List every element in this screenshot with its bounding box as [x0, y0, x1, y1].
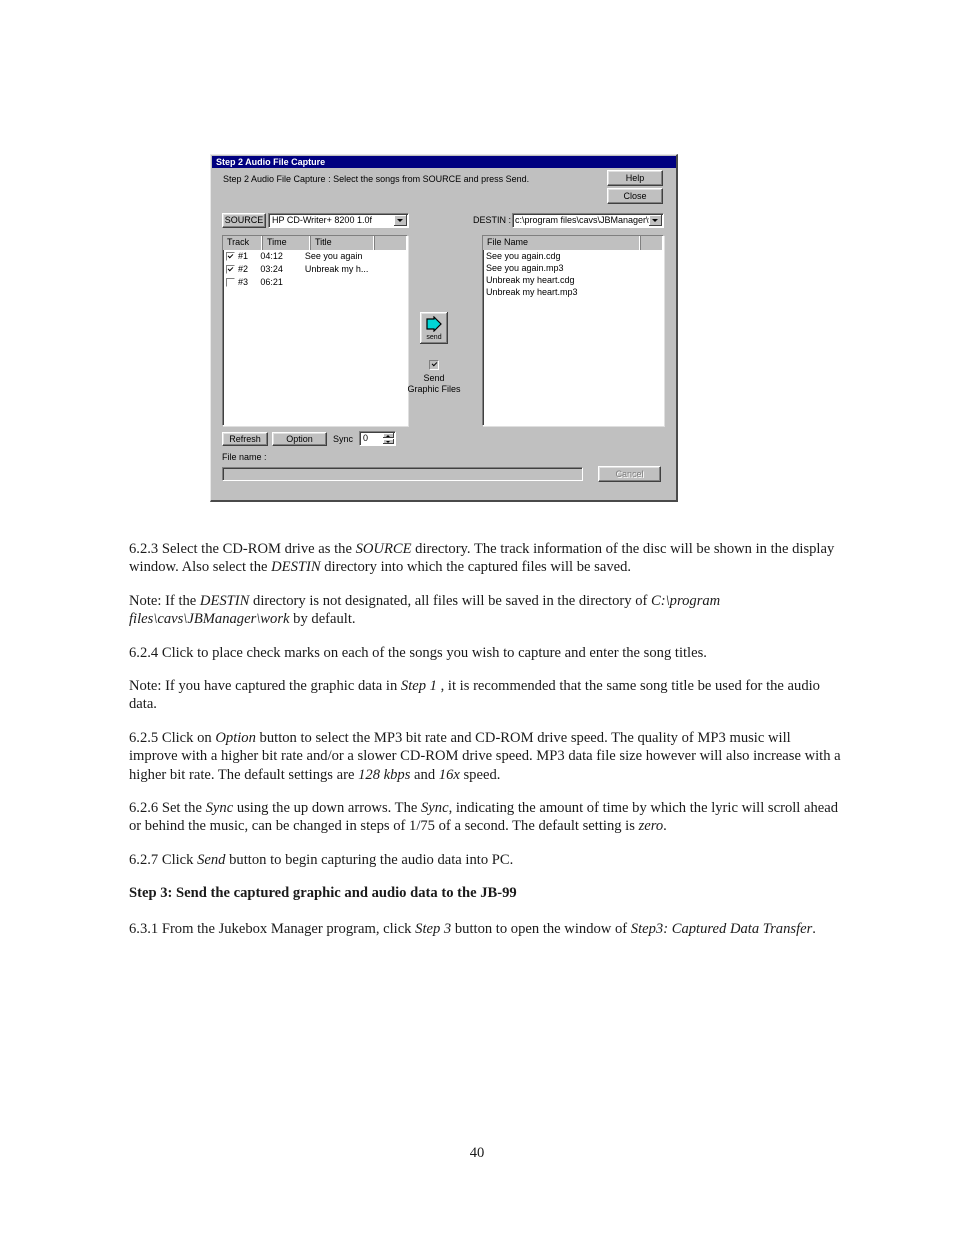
column-header-blank[interactable]: [375, 236, 407, 250]
track-cell: #2: [223, 263, 260, 276]
source-drive-combobox[interactable]: HP CD-Writer+ 8200 1.0f: [268, 213, 409, 228]
p-624: 6.2.4 Click to place check marks on each…: [129, 644, 707, 661]
refresh-button[interactable]: Refresh: [222, 432, 268, 446]
column-header-time[interactable]: Time: [263, 236, 311, 250]
track-checkbox[interactable]: [226, 252, 235, 261]
sync-value: 0: [363, 433, 369, 443]
page-number: 40: [469, 1145, 485, 1161]
close-button[interactable]: Close: [607, 188, 663, 204]
p-631: 6.3.1 From the Jukebox Manager program, …: [129, 920, 816, 937]
sync-stepper[interactable]: 0: [359, 431, 396, 446]
file-name-listbox[interactable]: File Name See you again.cdg See you again…: [482, 235, 664, 426]
track-rows-container: #1 04:12 See you again #2 03:24 Unbreak my h.…: [223, 250, 407, 289]
destin-path-value: c:\program files\cavs\JBManager\w: [515, 215, 656, 225]
table-row[interactable]: #3 06:21: [223, 276, 407, 289]
send-graphic-files-checkbox[interactable]: [429, 360, 439, 370]
track-title: See you again: [304, 251, 363, 261]
track-cell: #3: [223, 276, 260, 289]
p-note-step1: Note: If you have captured the graphic d…: [129, 678, 820, 713]
column-header-track[interactable]: Track: [223, 236, 263, 250]
p-step3-heading: Step 3: Send the captured graphic and au…: [129, 885, 517, 902]
list-item[interactable]: Unbreak my heart.cdg: [483, 274, 663, 286]
track-list-header: Track Time Title: [223, 236, 407, 250]
sync-label: Sync: [333, 434, 354, 444]
chevron-down-icon[interactable]: [394, 215, 407, 226]
p-626: 6.2.6 Set the Sync using the up down arr…: [129, 800, 839, 835]
file-name-label: File name :: [222, 452, 267, 462]
track-time: 04:12: [260, 251, 283, 261]
cancel-button[interactable]: Cancel: [598, 466, 661, 482]
column-header-file-name[interactable]: File Name: [483, 236, 641, 250]
track-cell: #1: [223, 250, 260, 263]
track-checkbox[interactable]: [226, 265, 235, 274]
destin-path-combobox[interactable]: c:\program files\cavs\JBManager\w: [512, 213, 664, 228]
file-rows-container: See you again.cdg See you again.mp3 Unbrea…: [483, 250, 663, 298]
sync-increment-icon[interactable]: [383, 433, 394, 438]
track-time: 06:21: [260, 277, 283, 287]
source-drive-value: HP CD-Writer+ 8200 1.0f: [272, 215, 372, 225]
p-625: 6.2.5 Click on Option button to select t…: [129, 729, 841, 783]
p-627: 6.2.7 Click Send button to begin capturi…: [129, 851, 514, 868]
chevron-down-icon[interactable]: [649, 215, 662, 226]
document-body: 6.2.3 Select the CD-ROM drive as the SOU…: [129, 540, 841, 953]
send-button[interactable]: send: [420, 312, 448, 344]
track-time: 03:24: [260, 264, 283, 274]
track-title: Unbreak my h...: [304, 264, 369, 274]
dialog-instruction-text: Step 2 Audio File Capture : Select the s…: [223, 174, 530, 184]
table-row[interactable]: #1 04:12 See you again: [223, 250, 407, 263]
track-listbox[interactable]: Track Time Title #1 04:12 See you again #2 0…: [222, 235, 408, 426]
p-note-destin: Note: If the DESTIN directory is not des…: [129, 592, 721, 628]
track-checkbox[interactable]: [226, 278, 235, 287]
send-button-label: send: [426, 334, 442, 341]
send-graphic-files-label: Send Graphic Files: [407, 373, 461, 394]
sync-spinner[interactable]: [383, 433, 394, 444]
track-number: #3: [238, 277, 249, 287]
source-button[interactable]: SOURCE: [222, 213, 266, 228]
column-header-file-blank[interactable]: [641, 236, 663, 250]
list-item[interactable]: See you again.mp3: [483, 262, 663, 274]
track-number: #1: [238, 251, 249, 261]
list-item[interactable]: Unbreak my heart.mp3: [483, 286, 663, 298]
step2-audio-file-capture-dialog: Step 2 Audio File Capture Step 2 Audio F…: [210, 154, 678, 502]
help-button[interactable]: Help: [607, 170, 663, 186]
option-button[interactable]: Option: [272, 432, 327, 446]
p-623: 6.2.3 Select the CD-ROM drive as the SOU…: [129, 541, 835, 576]
file-name-input[interactable]: [222, 467, 583, 481]
table-row[interactable]: #2 03:24 Unbreak my h...: [223, 263, 407, 276]
file-list-header: File Name: [483, 236, 663, 250]
destin-label: DESTIN :: [473, 215, 512, 225]
right-arrow-icon: [426, 315, 442, 335]
sync-decrement-icon[interactable]: [383, 439, 394, 444]
dialog-titlebar: Step 2 Audio File Capture: [212, 156, 676, 168]
list-item[interactable]: See you again.cdg: [483, 250, 663, 262]
column-header-title[interactable]: Title: [311, 236, 375, 250]
track-number: #2: [238, 264, 249, 274]
